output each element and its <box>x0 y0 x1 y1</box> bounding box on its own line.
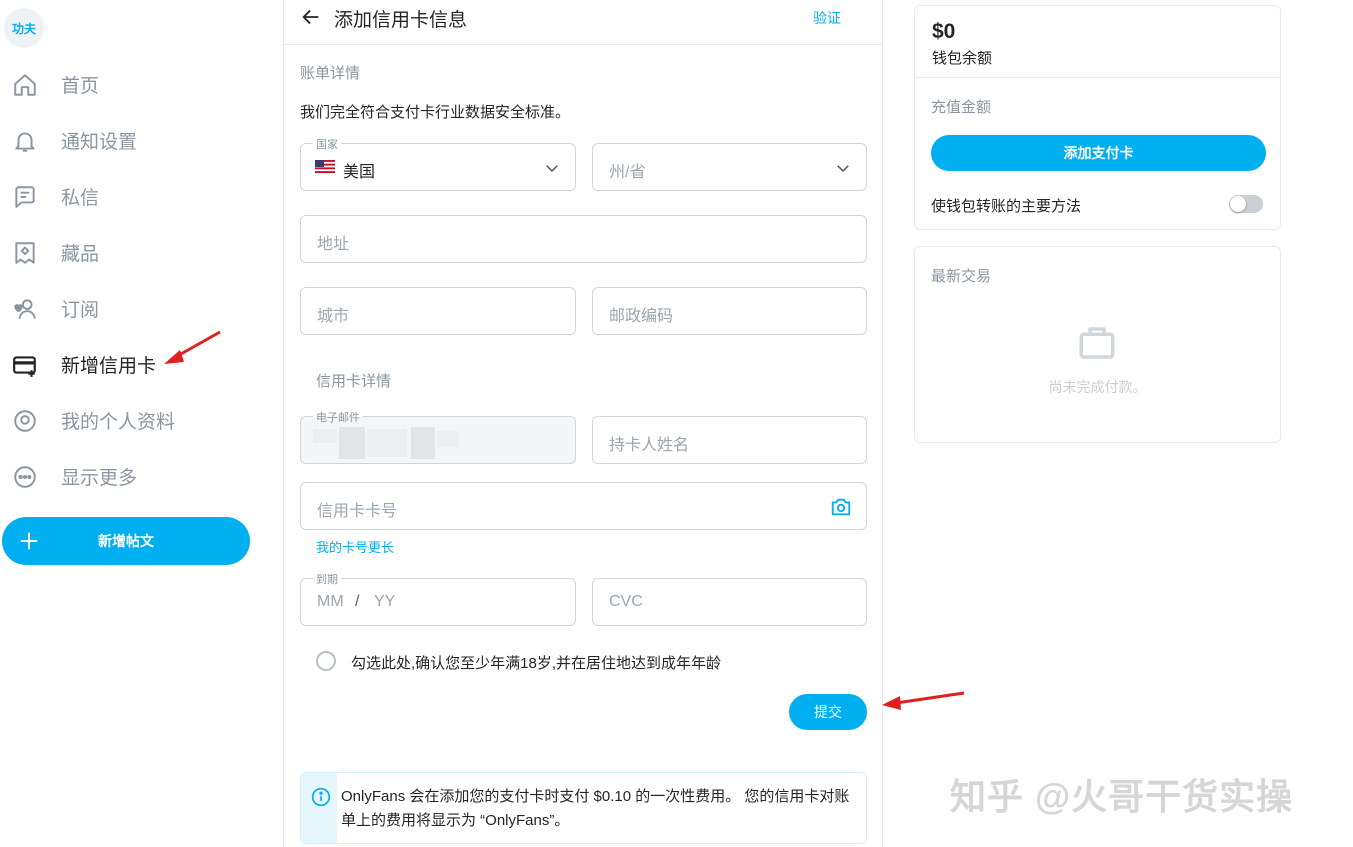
expiry-label: 到期 <box>313 571 341 587</box>
page-title: 添加信用卡信息 <box>334 10 468 31</box>
more-icon <box>12 464 38 490</box>
recharge-label: 充值金额 <box>931 99 992 116</box>
fee-info-text: OnlyFans 会在添加您的支付卡时支付 $0.10 的一次性费用。 您的信用… <box>341 788 850 829</box>
city-field[interactable]: 城市 <box>300 287 576 335</box>
expiry-field[interactable]: 到期 MM / YY <box>300 571 576 626</box>
redacted-text <box>367 429 407 457</box>
subscriptions-icon <box>12 296 38 322</box>
submit-button[interactable]: 提交 <box>789 694 867 730</box>
latest-transactions-card: 最新交易 尚未完成付款。 <box>914 246 1281 443</box>
chevron-down-icon <box>837 165 849 173</box>
sidebar-item-notifications[interactable]: 通知设置 <box>0 118 260 162</box>
profile-icon <box>12 408 38 434</box>
sidebar-item-profile[interactable]: 我的个人资料 <box>0 398 260 442</box>
billing-section-title: 账单详情 <box>300 65 361 82</box>
sidebar-item-label: 新增信用卡 <box>61 355 157 377</box>
sidebar-item-label: 通知设置 <box>61 131 138 153</box>
state-placeholder: 州/省 <box>609 164 646 181</box>
collections-icon <box>12 240 38 266</box>
card-number-placeholder: 信用卡卡号 <box>317 503 398 520</box>
expiry-separator: / <box>355 593 360 610</box>
us-flag-icon <box>315 160 335 173</box>
expiry-month-placeholder: MM <box>317 593 344 610</box>
fee-info-box: OnlyFans 会在添加您的支付卡时支付 $0.10 的一次性费用。 您的信用… <box>300 772 867 844</box>
sidebar-item-more[interactable]: 显示更多 <box>0 454 260 498</box>
toggle-knob <box>1230 196 1246 212</box>
email-label: 电子邮件 <box>313 409 363 425</box>
new-post-label: 新增帖文 <box>98 533 154 549</box>
compliance-text: 我们完全符合支付卡行业数据安全标准。 <box>300 104 571 121</box>
new-post-button[interactable]: 新增帖文 <box>2 517 250 565</box>
avatar[interactable]: 功夫 <box>4 8 44 48</box>
card-number-field[interactable]: 信用卡卡号 <box>300 482 867 530</box>
country-select[interactable]: 国家 美国 <box>300 136 576 191</box>
info-bar <box>301 773 337 843</box>
cvc-placeholder: CVC <box>609 593 643 610</box>
sidebar-item-messages[interactable]: 私信 <box>0 174 260 218</box>
expiry-year-placeholder: YY <box>374 593 396 610</box>
transactions-empty-text: 尚未完成付款。 <box>1048 379 1147 395</box>
sidebar-item-label: 我的个人资料 <box>61 411 176 433</box>
email-field: 电子邮件 <box>300 409 576 464</box>
cardholder-name-field[interactable]: 持卡人姓名 <box>592 416 867 464</box>
page-header: 添加信用卡信息 验证 <box>284 0 882 45</box>
address-placeholder: 地址 <box>317 236 350 253</box>
long-card-number-link[interactable]: 我的卡号更长 <box>316 537 394 556</box>
message-icon <box>12 184 38 210</box>
sidebar-item-home[interactable]: 首页 <box>0 62 260 106</box>
redacted-text <box>313 429 337 443</box>
add-payment-card-button[interactable]: 添加支付卡 <box>931 135 1266 171</box>
country-label: 国家 <box>313 136 341 152</box>
info-icon <box>311 787 331 807</box>
zip-field[interactable]: 邮政编码 <box>592 287 867 335</box>
sidebar-item-subscriptions[interactable]: 订阅 <box>0 286 260 330</box>
bell-icon <box>12 128 38 154</box>
annotation-arrow-icon <box>164 330 221 364</box>
primary-method-toggle[interactable] <box>1229 195 1263 213</box>
redacted-text <box>411 427 435 459</box>
zip-placeholder: 邮政编码 <box>609 308 674 325</box>
transactions-title: 最新交易 <box>931 268 992 285</box>
primary-method-label: 使钱包转账的主要方法 <box>931 198 1082 215</box>
cardholder-placeholder: 持卡人姓名 <box>609 437 690 454</box>
sidebar-item-label: 订阅 <box>61 299 100 321</box>
sidebar-item-label: 私信 <box>61 187 100 209</box>
wallet-balance-label: 钱包余额 <box>932 50 993 67</box>
wallet-card: $0 钱包余额 充值金额 添加支付卡 使钱包转账的主要方法 <box>914 5 1281 230</box>
sidebar: 功夫 首页 通知设置 私信 藏品 订阅 新增信用卡 我的个人资料 显示更多 新增… <box>0 0 283 847</box>
divider <box>915 77 1280 78</box>
camera-icon[interactable] <box>830 496 852 518</box>
age-confirm-checkbox[interactable] <box>316 651 336 671</box>
age-confirm-text: 勾选此处,确认您至少年满18岁,并在居住地达到成年年龄 <box>351 655 722 672</box>
briefcase-icon <box>1079 327 1115 359</box>
redacted-text <box>437 431 459 447</box>
chevron-down-icon <box>546 165 558 173</box>
state-select[interactable]: 州/省 <box>592 143 867 191</box>
add-card-icon <box>12 352 38 378</box>
main-panel: 添加信用卡信息 验证 账单详情 我们完全符合支付卡行业数据安全标准。 国家 美国… <box>283 0 883 847</box>
sidebar-item-label: 首页 <box>61 75 100 97</box>
cvc-field[interactable]: CVC <box>592 578 867 626</box>
home-icon <box>12 72 38 98</box>
back-arrow-icon[interactable] <box>300 6 322 28</box>
annotation-arrow-icon <box>882 691 965 710</box>
country-value: 美国 <box>343 164 376 181</box>
city-placeholder: 城市 <box>317 308 350 325</box>
redacted-text <box>339 427 365 459</box>
wallet-balance: $0 <box>932 20 956 43</box>
verify-link[interactable]: 验证 <box>813 8 841 28</box>
address-field[interactable]: 地址 <box>300 215 867 263</box>
sidebar-item-label: 显示更多 <box>61 467 138 489</box>
card-section-title: 信用卡详情 <box>316 373 392 390</box>
sidebar-item-collections[interactable]: 藏品 <box>0 230 260 274</box>
watermark: 知乎 @火哥干货实操 <box>950 776 1294 817</box>
sidebar-item-label: 藏品 <box>61 243 100 265</box>
